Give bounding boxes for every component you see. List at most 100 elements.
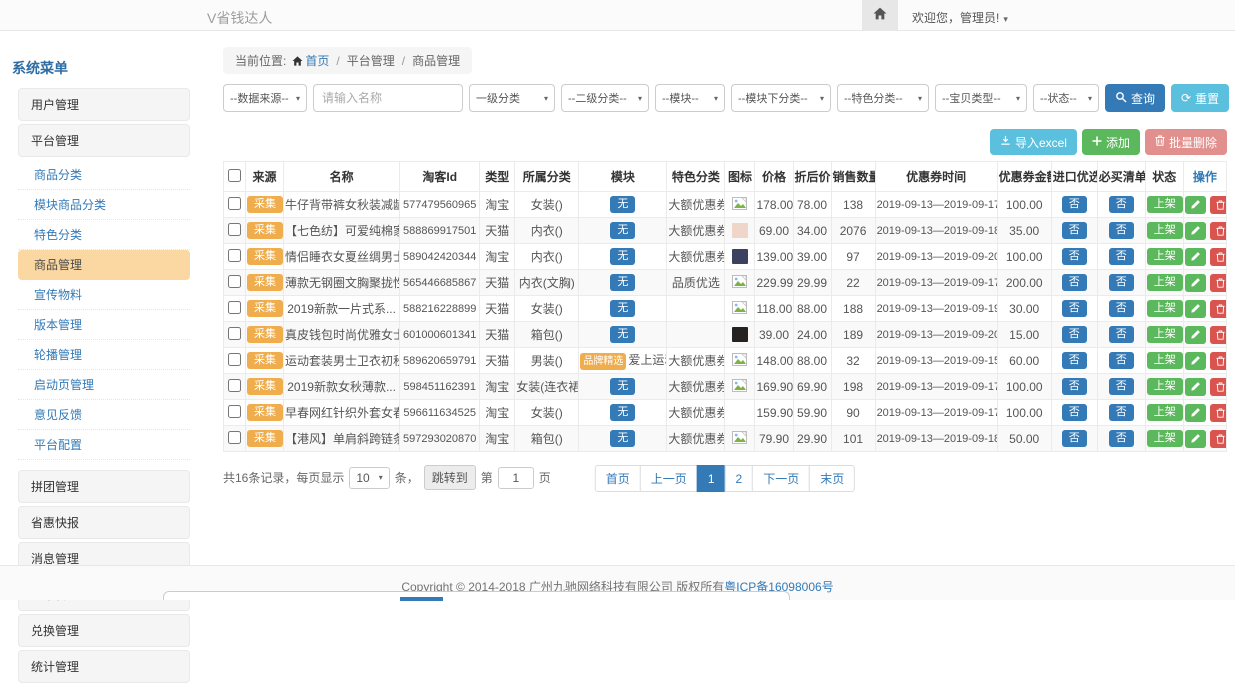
sidebar-item[interactable]: 商品管理 <box>18 250 190 280</box>
search-button[interactable]: 查询 <box>1105 84 1165 112</box>
sidebar-item[interactable]: 模块商品分类 <box>18 190 190 220</box>
import-select-toggle[interactable]: 否 <box>1062 300 1087 317</box>
sidebar-item[interactable]: 版本管理 <box>18 310 190 340</box>
page-button-上一页[interactable]: 上一页 <box>640 465 698 492</box>
sidebar-group-0[interactable]: 用户管理 <box>18 88 190 121</box>
select-all-checkbox[interactable] <box>228 169 241 182</box>
row-checkbox[interactable] <box>228 353 241 366</box>
row-checkbox[interactable] <box>228 223 241 236</box>
edit-button[interactable] <box>1185 378 1206 396</box>
filter-select-4[interactable]: --模块下分类--▾ <box>731 84 831 112</box>
row-checkbox[interactable] <box>228 249 241 262</box>
filter-select-2[interactable]: --二级分类--▾ <box>561 84 649 112</box>
status-badge[interactable]: 上架 <box>1147 378 1183 395</box>
delete-button[interactable] <box>1210 274 1227 292</box>
add-button[interactable]: 添加 <box>1082 129 1140 155</box>
row-checkbox[interactable] <box>228 301 241 314</box>
sidebar-group-7[interactable]: 统计管理 <box>18 650 190 683</box>
import-select-toggle[interactable]: 否 <box>1062 222 1087 239</box>
delete-button[interactable] <box>1210 404 1227 422</box>
sidebar-group-6[interactable]: 兑换管理 <box>18 614 190 647</box>
per-page-select[interactable]: 10▾ <box>349 467 389 489</box>
delete-button[interactable] <box>1210 430 1227 448</box>
filter-select-5[interactable]: --特色分类--▾ <box>837 84 929 112</box>
edit-button[interactable] <box>1185 326 1206 344</box>
status-badge[interactable]: 上架 <box>1147 300 1183 317</box>
sidebar-item[interactable]: 启动页管理 <box>18 370 190 400</box>
edit-button[interactable] <box>1185 248 1206 266</box>
status-badge[interactable]: 上架 <box>1147 248 1183 265</box>
must-buy-toggle[interactable]: 否 <box>1109 404 1134 421</box>
import-select-toggle[interactable]: 否 <box>1062 352 1087 369</box>
delete-button[interactable] <box>1210 222 1227 240</box>
sidebar-group-3[interactable]: 省惠快报 <box>18 506 190 539</box>
sidebar-group-1[interactable]: 平台管理 <box>18 124 190 157</box>
sidebar-item[interactable]: 意见反馈 <box>18 400 190 430</box>
must-buy-toggle[interactable]: 否 <box>1109 430 1134 447</box>
must-buy-toggle[interactable]: 否 <box>1109 196 1134 213</box>
edit-button[interactable] <box>1185 222 1206 240</box>
import-select-toggle[interactable]: 否 <box>1062 326 1087 343</box>
row-checkbox[interactable] <box>228 275 241 288</box>
user-menu[interactable]: 欢迎您，管理员!▾ <box>912 9 1008 26</box>
sidebar-item[interactable]: 商品分类 <box>18 160 190 190</box>
delete-button[interactable] <box>1210 326 1227 344</box>
status-badge[interactable]: 上架 <box>1147 430 1183 447</box>
edit-button[interactable] <box>1185 404 1206 422</box>
status-badge[interactable]: 上架 <box>1147 326 1183 343</box>
edit-button[interactable] <box>1185 352 1206 370</box>
sidebar-item[interactable]: 平台配置 <box>18 430 190 460</box>
row-checkbox[interactable] <box>228 327 241 340</box>
edit-button[interactable] <box>1185 196 1206 214</box>
must-buy-toggle[interactable]: 否 <box>1109 248 1134 265</box>
jump-page-input[interactable] <box>498 467 534 489</box>
filter-select-0[interactable]: --数据来源--▾ <box>223 84 307 112</box>
status-badge[interactable]: 上架 <box>1147 352 1183 369</box>
status-badge[interactable]: 上架 <box>1147 404 1183 421</box>
must-buy-toggle[interactable]: 否 <box>1109 378 1134 395</box>
page-button-末页[interactable]: 末页 <box>809 465 855 492</box>
must-buy-toggle[interactable]: 否 <box>1109 352 1134 369</box>
edit-button[interactable] <box>1185 300 1206 318</box>
import-select-toggle[interactable]: 否 <box>1062 274 1087 291</box>
filter-select-6[interactable]: --宝贝类型--▾ <box>935 84 1027 112</box>
page-button-下一页[interactable]: 下一页 <box>752 465 810 492</box>
filter-select-7[interactable]: --状态--▾ <box>1033 84 1099 112</box>
import-excel-button[interactable]: 导入excel <box>990 129 1077 155</box>
edit-button[interactable] <box>1185 430 1206 448</box>
import-select-toggle[interactable]: 否 <box>1062 196 1087 213</box>
reset-button[interactable]: ⟳重置 <box>1171 84 1229 112</box>
import-select-toggle[interactable]: 否 <box>1062 378 1087 395</box>
edit-button[interactable] <box>1185 274 1206 292</box>
import-select-toggle[interactable]: 否 <box>1062 404 1087 421</box>
filter-select-3[interactable]: --模块--▾ <box>655 84 725 112</box>
must-buy-toggle[interactable]: 否 <box>1109 326 1134 343</box>
must-buy-toggle[interactable]: 否 <box>1109 300 1134 317</box>
name-search-input[interactable] <box>313 84 463 112</box>
page-button-首页[interactable]: 首页 <box>595 465 641 492</box>
delete-button[interactable] <box>1210 248 1227 266</box>
filter-select-1[interactable]: 一级分类▾ <box>469 84 555 112</box>
status-badge[interactable]: 上架 <box>1147 222 1183 239</box>
sidebar-item[interactable]: 轮播管理 <box>18 340 190 370</box>
delete-button[interactable] <box>1210 300 1227 318</box>
page-button-1[interactable]: 1 <box>697 465 726 492</box>
must-buy-toggle[interactable]: 否 <box>1109 274 1134 291</box>
must-buy-toggle[interactable]: 否 <box>1109 222 1134 239</box>
import-select-toggle[interactable]: 否 <box>1062 430 1087 447</box>
jump-button[interactable]: 跳转到 <box>424 465 476 490</box>
sidebar-item[interactable]: 特色分类 <box>18 220 190 250</box>
delete-button[interactable] <box>1210 196 1227 214</box>
row-checkbox[interactable] <box>228 431 241 444</box>
batch-delete-button[interactable]: 批量删除 <box>1145 129 1227 155</box>
status-badge[interactable]: 上架 <box>1147 274 1183 291</box>
delete-button[interactable] <box>1210 378 1227 396</box>
import-select-toggle[interactable]: 否 <box>1062 248 1087 265</box>
sidebar-group-2[interactable]: 拼团管理 <box>18 470 190 503</box>
breadcrumb-home-link[interactable]: 首页 <box>305 54 329 68</box>
page-button-2[interactable]: 2 <box>725 465 754 492</box>
sidebar-item[interactable]: 宣传物料 <box>18 280 190 310</box>
row-checkbox[interactable] <box>228 405 241 418</box>
delete-button[interactable] <box>1210 352 1227 370</box>
row-checkbox[interactable] <box>228 197 241 210</box>
